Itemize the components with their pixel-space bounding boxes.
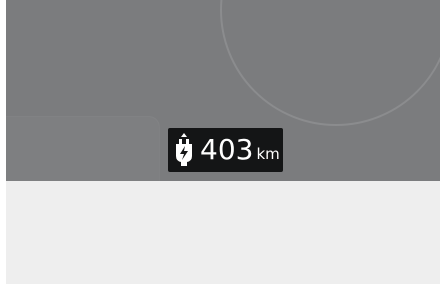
range-badge: 403 km <box>168 128 283 172</box>
lower-blank-area <box>6 181 440 284</box>
screen: 403 km <box>0 0 440 284</box>
range-value: 403 <box>200 133 254 166</box>
range-unit: km <box>256 144 280 163</box>
ev-charge-plug-icon <box>176 133 192 166</box>
side-info-panel <box>6 117 159 181</box>
instrument-cluster-display: 403 km <box>6 0 440 181</box>
